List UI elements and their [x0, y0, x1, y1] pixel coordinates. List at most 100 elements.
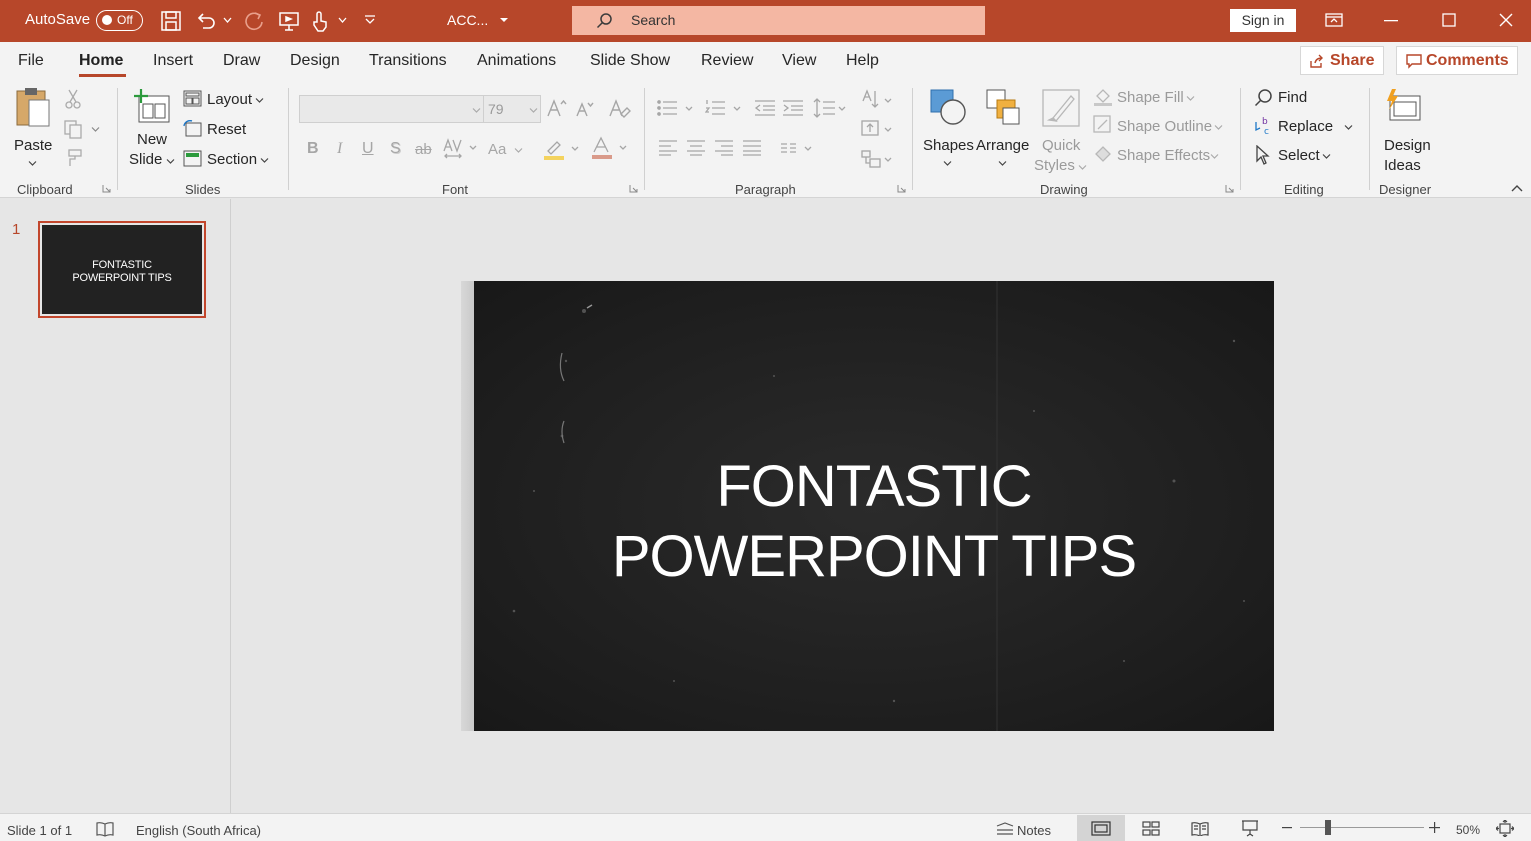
tab-file[interactable]: File: [18, 52, 44, 70]
fit-to-window-icon[interactable]: [1496, 820, 1514, 837]
chevron-down-icon[interactable]: [514, 147, 523, 154]
slide-thumbnail[interactable]: FONTASTIC POWERPOINT TIPS: [38, 221, 206, 318]
format-painter-icon[interactable]: [63, 148, 83, 168]
undo-icon[interactable]: [195, 10, 217, 32]
text-direction-icon[interactable]: [861, 89, 895, 111]
justify-icon[interactable]: [742, 140, 762, 156]
save-icon[interactable]: [160, 10, 182, 32]
increase-font-icon[interactable]: [547, 98, 567, 118]
align-right-icon[interactable]: [714, 140, 734, 156]
increase-indent-icon[interactable]: [782, 99, 804, 117]
select-button[interactable]: Select: [1254, 145, 1340, 167]
chevron-down-icon[interactable]: [499, 16, 509, 24]
clear-formatting-icon[interactable]: [609, 98, 631, 118]
autosave-toggle[interactable]: Off: [96, 10, 143, 31]
strikethrough-icon[interactable]: ab: [415, 141, 432, 158]
customize-toolbar-icon[interactable]: [364, 14, 376, 26]
decrease-font-icon[interactable]: [576, 100, 594, 118]
underline-icon[interactable]: U: [362, 140, 374, 158]
shape-effects-button[interactable]: Shape Effects: [1093, 144, 1228, 166]
zoom-out-icon[interactable]: [1282, 827, 1292, 829]
language-indicator[interactable]: English (South Africa): [136, 823, 261, 838]
touch-mode-icon[interactable]: [310, 10, 330, 32]
change-case-icon[interactable]: Aa: [488, 141, 506, 158]
tab-insert[interactable]: Insert: [153, 52, 193, 70]
section-button[interactable]: Section: [183, 149, 275, 171]
tab-home[interactable]: Home: [79, 52, 123, 70]
copy-icon[interactable]: [63, 119, 83, 139]
shadow-icon[interactable]: S: [390, 140, 401, 158]
reading-view-icon[interactable]: [1191, 821, 1209, 836]
document-title[interactable]: ACC...: [447, 12, 488, 28]
maximize-icon[interactable]: [1442, 13, 1456, 27]
bullets-icon[interactable]: [657, 99, 697, 117]
comments-button[interactable]: Comments: [1396, 46, 1518, 75]
chevron-down-icon[interactable]: [223, 16, 232, 24]
numbering-icon[interactable]: [705, 99, 745, 117]
tab-review[interactable]: Review: [701, 52, 753, 70]
tab-slide-show[interactable]: Slide Show: [590, 52, 670, 70]
presenter-icon[interactable]: [278, 10, 300, 32]
minimize-icon[interactable]: [1384, 20, 1398, 22]
font-size-box[interactable]: 79: [483, 95, 541, 123]
zoom-slider-thumb[interactable]: [1325, 820, 1331, 835]
slideshow-view-icon[interactable]: [1241, 820, 1259, 837]
highlight-icon[interactable]: [543, 137, 583, 161]
slide-title-line-1[interactable]: FONTASTIC: [474, 452, 1274, 522]
line-spacing-icon[interactable]: [813, 97, 851, 119]
tab-draw[interactable]: Draw: [223, 52, 260, 70]
font-name-box[interactable]: [299, 95, 484, 123]
shape-fill-button[interactable]: Shape Fill: [1093, 86, 1203, 108]
dialog-launcher-icon[interactable]: [102, 184, 111, 193]
font-color-icon[interactable]: [591, 136, 631, 160]
tab-help[interactable]: Help: [846, 52, 879, 70]
slide-sorter-icon[interactable]: [1142, 821, 1160, 836]
columns-icon[interactable]: [780, 142, 816, 156]
paste-button[interactable]: Paste: [10, 86, 56, 172]
new-slide-button[interactable]: New Slide: [126, 86, 178, 172]
tab-design[interactable]: Design: [290, 52, 340, 70]
arrange-button[interactable]: Arrange: [975, 86, 1033, 172]
sign-in-button[interactable]: Sign in: [1230, 9, 1296, 32]
paint-bucket-icon: [1093, 86, 1113, 106]
slide[interactable]: FONTASTIC POWERPOINT TIPS: [474, 281, 1274, 731]
close-icon[interactable]: [1499, 13, 1513, 27]
normal-view-button[interactable]: [1077, 815, 1125, 841]
align-center-icon[interactable]: [686, 140, 706, 156]
character-spacing-icon[interactable]: [443, 138, 479, 160]
dialog-launcher-icon[interactable]: [897, 184, 906, 193]
align-left-icon[interactable]: [658, 140, 678, 156]
spelling-icon[interactable]: [96, 821, 114, 837]
zoom-in-icon[interactable]: [1429, 822, 1440, 833]
tab-animations[interactable]: Animations: [477, 52, 556, 70]
smartart-icon[interactable]: [861, 149, 895, 169]
find-button[interactable]: Find: [1254, 87, 1334, 109]
decrease-indent-icon[interactable]: [754, 99, 776, 117]
dialog-launcher-icon[interactable]: [1225, 184, 1234, 193]
share-button[interactable]: Share: [1300, 46, 1384, 75]
zoom-slider-track[interactable]: [1300, 827, 1424, 828]
chevron-down-icon[interactable]: [91, 126, 100, 133]
redo-icon[interactable]: [242, 9, 266, 33]
italic-icon[interactable]: I: [337, 140, 342, 158]
layout-button[interactable]: Layout: [183, 89, 275, 111]
ribbon-display-icon[interactable]: [1325, 12, 1343, 28]
cut-icon[interactable]: [64, 89, 82, 109]
align-text-icon[interactable]: [861, 119, 895, 139]
shape-outline-button[interactable]: Shape Outline: [1093, 115, 1228, 137]
shapes-button[interactable]: Shapes: [920, 86, 974, 172]
quick-styles-button[interactable]: Quick Styles: [1034, 86, 1088, 174]
tab-view[interactable]: View: [782, 52, 816, 70]
search-box[interactable]: Search: [572, 6, 985, 35]
reset-button[interactable]: Reset: [183, 119, 263, 141]
bold-icon[interactable]: B: [307, 140, 319, 158]
dialog-launcher-icon[interactable]: [629, 184, 638, 193]
notes-button[interactable]: Notes: [996, 819, 1062, 839]
zoom-level[interactable]: 50%: [1456, 823, 1480, 837]
design-ideas-button[interactable]: Design Ideas: [1378, 86, 1434, 174]
replace-button[interactable]: bc Replace: [1254, 116, 1356, 138]
collapse-ribbon-icon[interactable]: [1511, 184, 1523, 193]
chevron-down-icon[interactable]: [338, 16, 347, 24]
slide-title-line-2[interactable]: POWERPOINT TIPS: [474, 522, 1274, 592]
tab-transitions[interactable]: Transitions: [369, 52, 447, 70]
